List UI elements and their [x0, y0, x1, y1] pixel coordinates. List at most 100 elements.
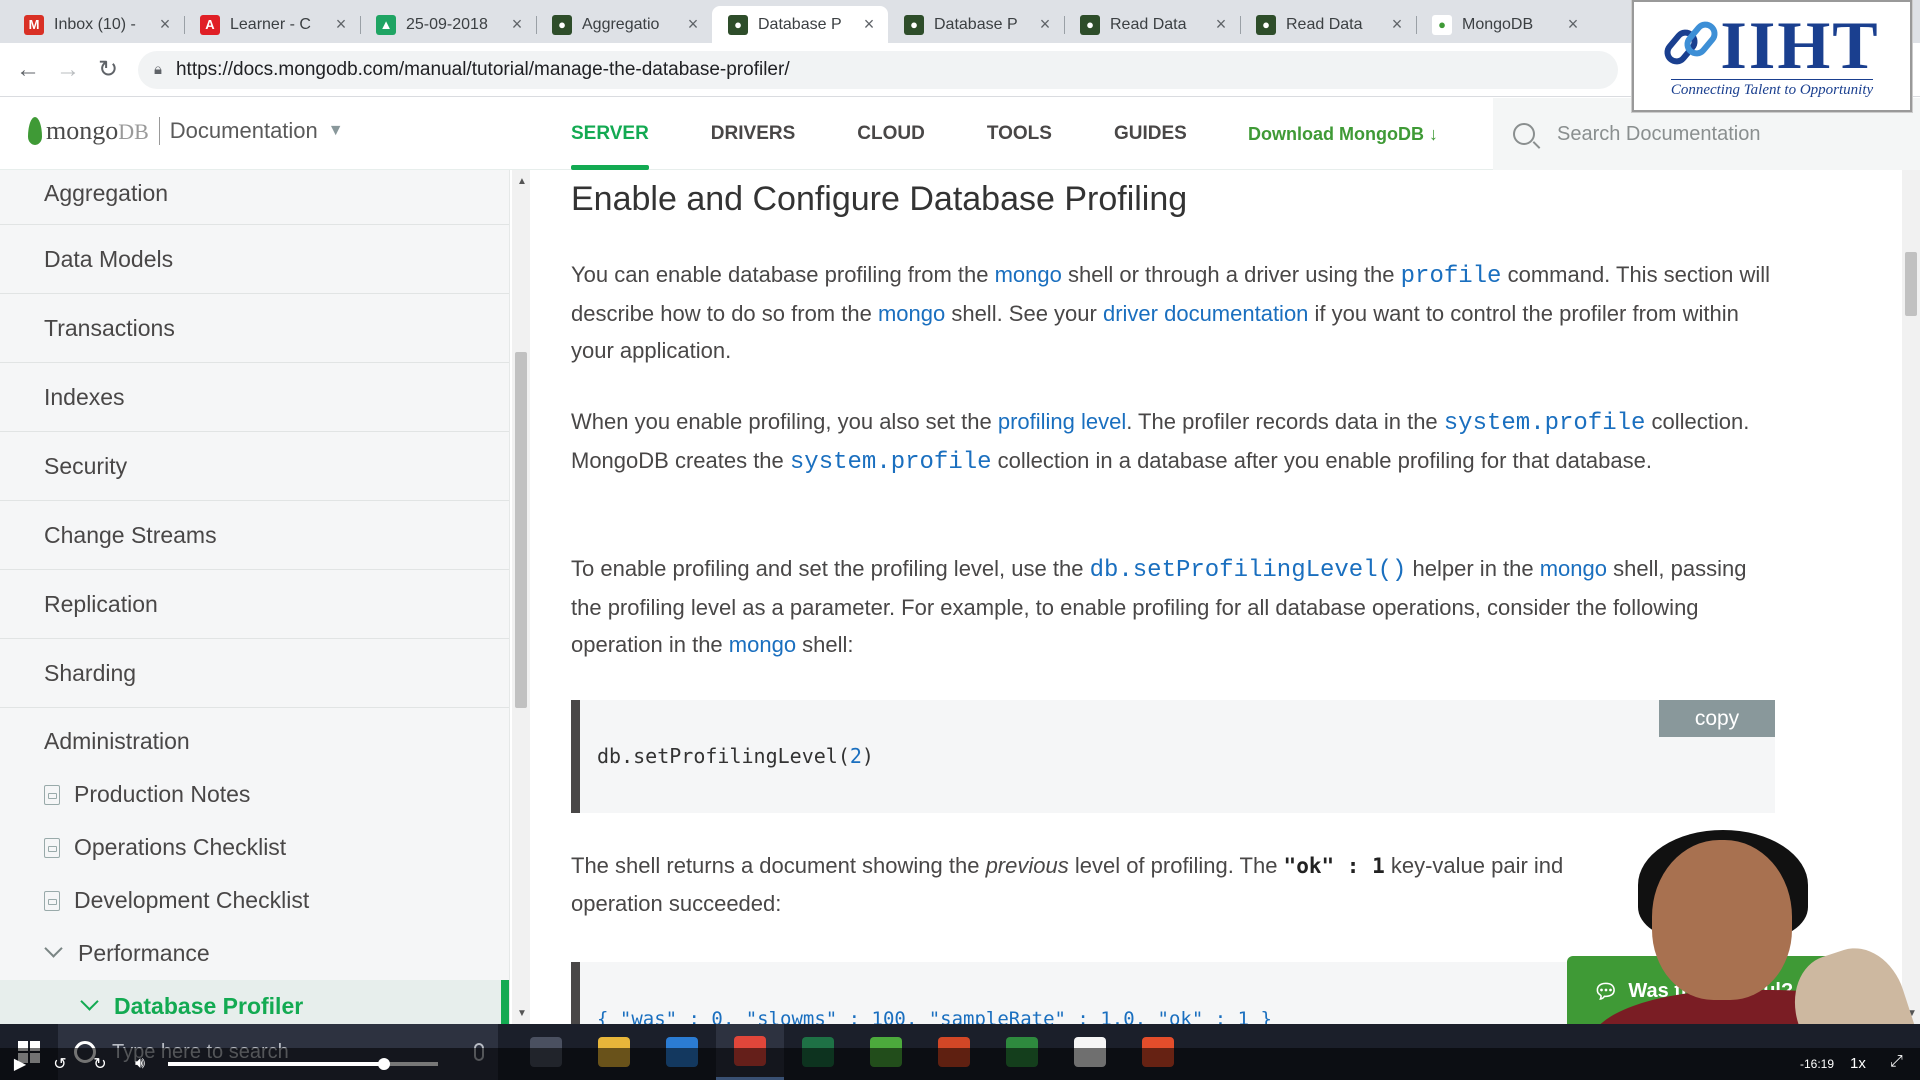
sidebar-item-change-streams[interactable]: Change Streams: [0, 501, 509, 570]
close-icon[interactable]: ×: [156, 14, 174, 35]
scroll-up-icon[interactable]: ▲: [517, 176, 527, 187]
sidebar-subitem-label: Operations Checklist: [74, 834, 287, 860]
page-scroll-thumb[interactable]: [1905, 252, 1917, 316]
download-mongodb-link[interactable]: Download MongoDB ↓: [1248, 98, 1438, 170]
fullscreen-icon[interactable]: ⤢: [1890, 1053, 1903, 1071]
nav-server[interactable]: SERVER: [571, 98, 649, 170]
text: shell or through a driver using the: [1061, 262, 1401, 287]
close-icon[interactable]: ×: [508, 14, 526, 35]
mongo-link[interactable]: mongo: [995, 262, 1062, 287]
close-icon[interactable]: ×: [1212, 14, 1230, 35]
close-icon[interactable]: ×: [1564, 14, 1582, 35]
document-icon: [44, 837, 60, 858]
mongodb-logo[interactable]: mongoDB Documentation ▼: [28, 116, 344, 146]
address-bar[interactable]: 🔒︎ https://docs.mongodb.com/manual/tutor…: [138, 50, 1618, 89]
driver-documentation-link[interactable]: driver documentation: [1103, 301, 1308, 326]
text: key-value pair ind: [1384, 853, 1564, 878]
search-placeholder: Search Documentation: [1557, 122, 1761, 145]
text: . The profiler records data in the: [1126, 409, 1444, 434]
sidebar-item-transactions[interactable]: Transactions: [0, 294, 509, 363]
nav-tools[interactable]: TOOLS: [987, 98, 1052, 170]
back-icon[interactable]: ←: [8, 56, 48, 84]
sidebar-item-administration[interactable]: Administration: [0, 708, 509, 768]
sidebar-item-aggregation[interactable]: Aggregation: [0, 170, 509, 225]
browser-tab[interactable]: ● Aggregatio ×: [536, 6, 712, 43]
sidebar-subitem-performance[interactable]: Performance: [0, 927, 509, 980]
rewind-icon[interactable]: ↺: [40, 1054, 80, 1074]
video-progress-knob[interactable]: [378, 1058, 390, 1070]
page-title: Enable and Configure Database Profiling: [571, 180, 1188, 218]
browser-tab[interactable]: ● MongoDB ×: [1416, 6, 1592, 43]
code-text: ): [861, 744, 874, 768]
sidebar-subitem-operations-checklist[interactable]: Operations Checklist: [0, 821, 509, 874]
reload-icon[interactable]: ↻: [88, 55, 128, 84]
tab-title: Database P: [758, 15, 842, 33]
video-progress-fill: [168, 1062, 384, 1066]
browser-tab[interactable]: A Learner - C ×: [184, 6, 360, 43]
mongodb-icon: ●: [904, 14, 924, 35]
browser-tab[interactable]: ● Read Data ×: [1064, 6, 1240, 43]
code-line[interactable]: db.setProfilingLevel(2): [597, 744, 874, 768]
browser-tab[interactable]: ● Database P ×: [888, 6, 1064, 43]
tab-title: MongoDB: [1462, 15, 1534, 33]
play-icon[interactable]: ▶: [0, 1054, 40, 1074]
system-profile-link[interactable]: system.profile: [1444, 410, 1646, 437]
browser-tab[interactable]: ▲ 25-09-2018 ×: [360, 6, 536, 43]
forward-icon[interactable]: ↻: [80, 1054, 120, 1074]
mongo-link[interactable]: mongo: [1540, 556, 1607, 581]
copy-button[interactable]: copy: [1659, 700, 1775, 737]
document-icon: [44, 784, 60, 805]
main-nav: SERVER DRIVERS CLOUD TOOLS GUIDES: [571, 98, 1249, 170]
sidebar-subitem-label: Database Profiler: [114, 993, 304, 1019]
mongo-link[interactable]: mongo: [729, 632, 796, 657]
profile-command-link[interactable]: profile: [1401, 263, 1502, 290]
close-icon[interactable]: ×: [1388, 14, 1406, 35]
code-text: db.setProfilingLevel(: [597, 744, 850, 768]
tab-title: Inbox (10) -: [54, 15, 136, 33]
profiling-level-link[interactable]: profiling level: [998, 409, 1126, 434]
close-icon[interactable]: ×: [860, 14, 878, 35]
mongo-link[interactable]: mongo: [878, 301, 945, 326]
mongodb-leaf-icon: [28, 117, 42, 145]
browser-tab[interactable]: M Inbox (10) - ×: [8, 6, 184, 43]
text: level of profiling. The: [1068, 853, 1284, 878]
paragraph-3: To enable profiling and set the profilin…: [571, 550, 1776, 663]
sidebar-item-indexes[interactable]: Indexes: [0, 363, 509, 432]
sidebar-scrollbar[interactable]: ▲ ▼: [512, 170, 530, 1025]
video-progress-bar[interactable]: [168, 1058, 438, 1070]
sidebar-item-sharding[interactable]: Sharding: [0, 639, 509, 708]
forward-icon[interactable]: →: [48, 56, 88, 84]
playback-speed-button[interactable]: 1x: [1850, 1055, 1866, 1072]
browser-tab[interactable]: ● Read Data ×: [1240, 6, 1416, 43]
volume-icon[interactable]: 🔊︎: [120, 1055, 160, 1073]
close-icon[interactable]: ×: [684, 14, 702, 35]
search-icon: [1513, 123, 1535, 145]
chain-link-icon: [1664, 21, 1718, 65]
sidebar-item-replication[interactable]: Replication: [0, 570, 509, 639]
sidebar-subitem-production-notes[interactable]: Production Notes: [0, 768, 509, 821]
tab-title: 25-09-2018: [406, 15, 488, 33]
scroll-down-icon[interactable]: ▼: [517, 1008, 527, 1019]
system-profile-link[interactable]: system.profile: [790, 449, 992, 476]
mongodb-icon: ●: [1080, 14, 1100, 35]
text: helper in the: [1406, 556, 1540, 581]
code-number: 2: [849, 744, 862, 768]
sidebar-item-security[interactable]: Security: [0, 432, 509, 501]
close-icon[interactable]: ×: [1036, 14, 1054, 35]
sidebar-item-data-models[interactable]: Data Models: [0, 225, 509, 294]
nav-guides[interactable]: GUIDES: [1114, 98, 1187, 170]
ok-value: 1: [1372, 854, 1385, 878]
browser-tab[interactable]: ● Database P ×: [712, 6, 888, 43]
presenter-face: [1652, 840, 1792, 1000]
code-output-line[interactable]: { "was" : 0, "slowms" : 100, "sampleRate…: [597, 1008, 1272, 1025]
sidebar-subitem-database-profiler[interactable]: Database Profiler: [0, 980, 509, 1025]
sidebar-subitem-development-checklist[interactable]: Development Checklist: [0, 874, 509, 927]
paragraph-1: You can enable database profiling from t…: [571, 256, 1776, 369]
nav-cloud[interactable]: CLOUD: [857, 98, 925, 170]
sidebar-scroll-thumb[interactable]: [515, 352, 527, 708]
chevron-down-icon[interactable]: ▼: [328, 122, 344, 140]
close-icon[interactable]: ×: [332, 14, 350, 35]
nav-drivers[interactable]: DRIVERS: [711, 98, 795, 170]
set-profiling-level-link[interactable]: db.setProfilingLevel(): [1090, 557, 1407, 584]
text: collection in a database after you enabl…: [991, 448, 1652, 473]
